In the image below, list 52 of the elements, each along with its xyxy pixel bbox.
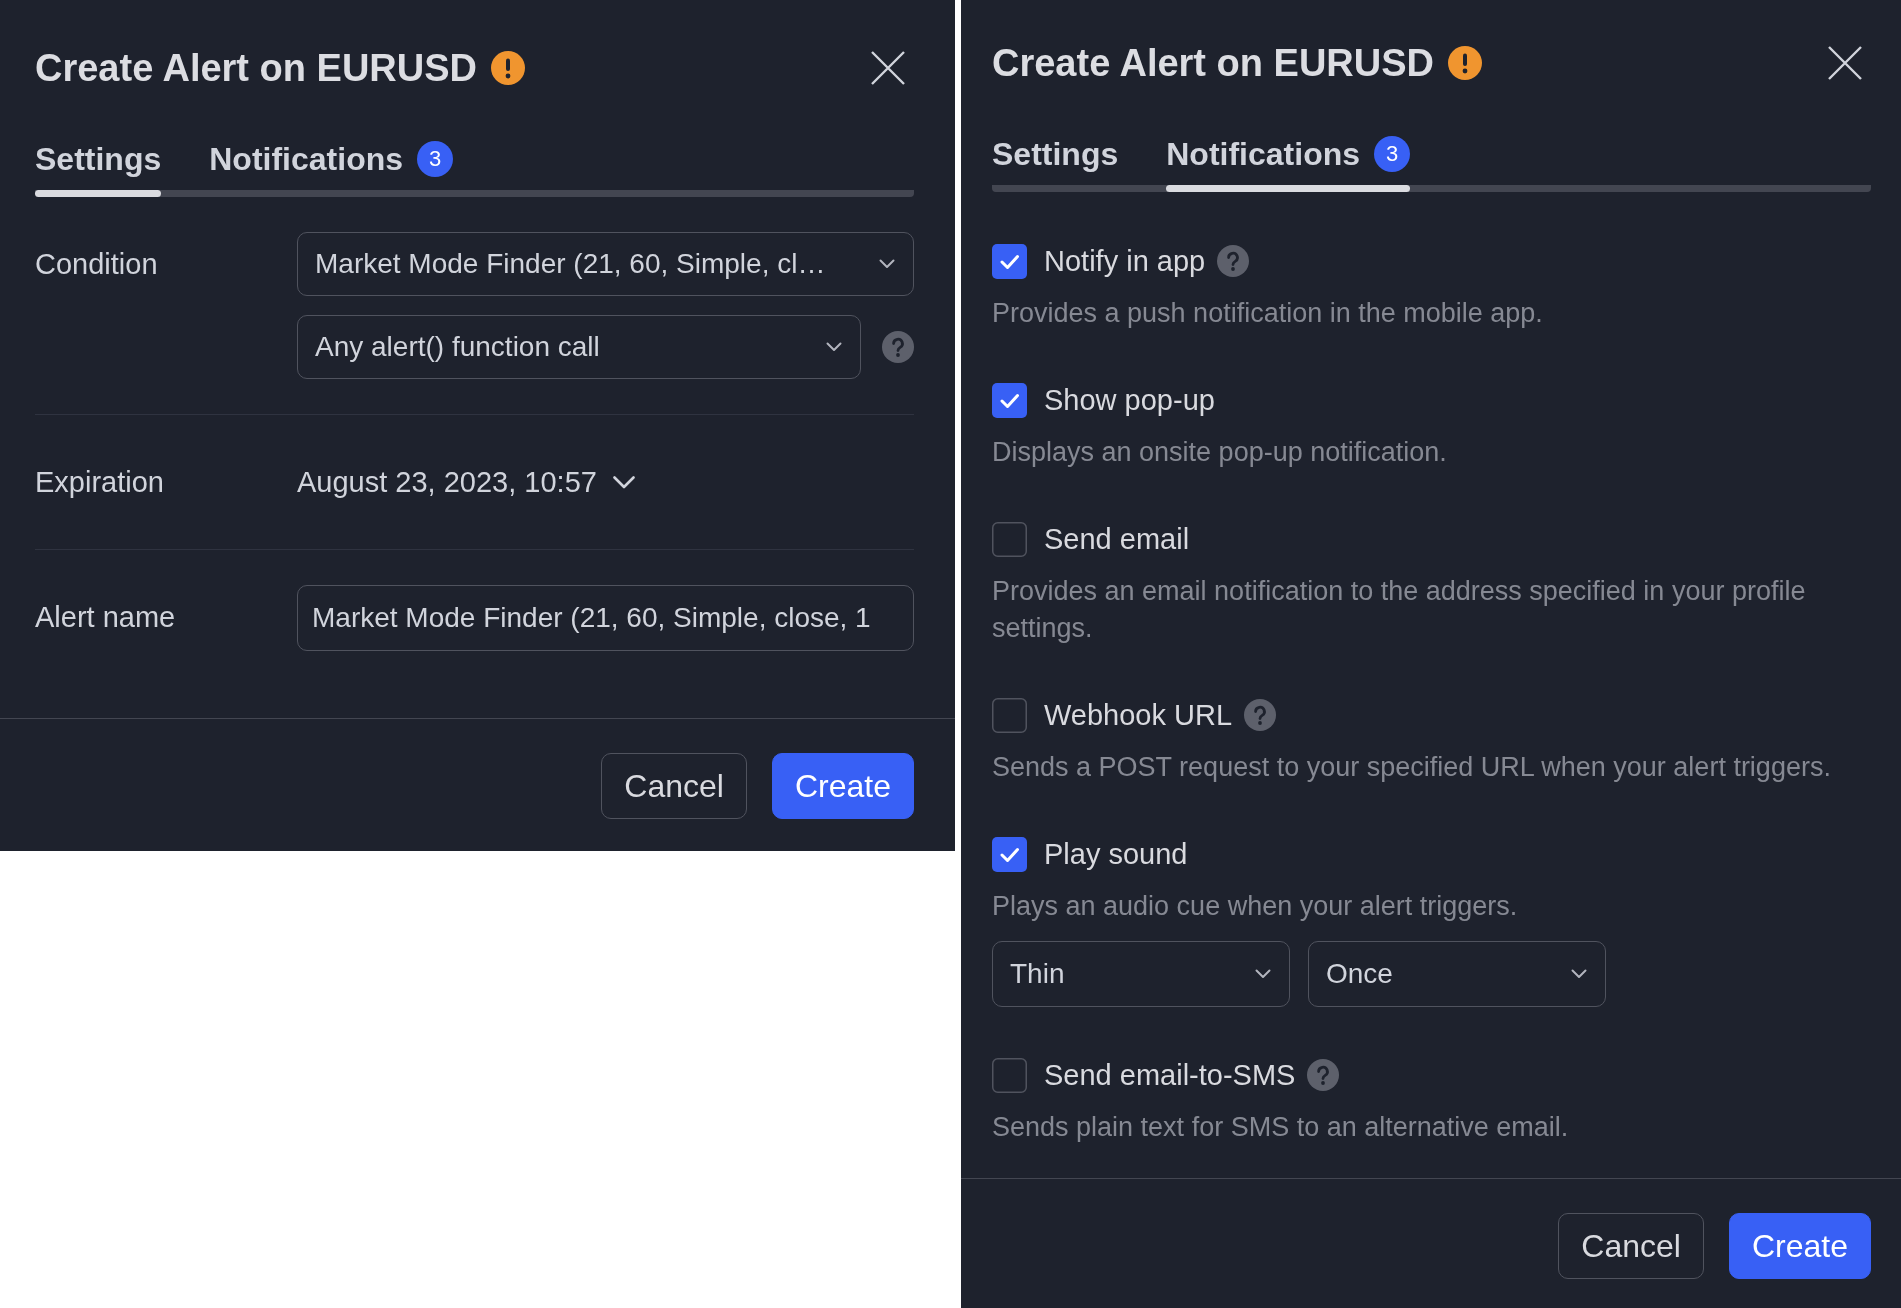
expiration-dropdown[interactable]: August 23, 2023, 10:57 [297,450,635,514]
close-icon[interactable] [1828,46,1862,80]
chevron-down-icon [879,259,895,269]
option-description: Displays an onsite pop-up notification. [992,436,1448,469]
checkbox[interactable] [992,521,1027,557]
option-label[interactable]: Webhook URL [1044,697,1233,733]
tab[interactable]: Notifications 3 [1166,134,1410,192]
option-description: Sends a POST request to your specified URL when your alert triggers. [992,751,1832,784]
field-label: Expiration [35,465,165,500]
tab[interactable]: Settings [992,134,1119,192]
dropdown[interactable]: Any alert() function call [297,315,861,379]
checkbox[interactable] [992,697,1027,733]
chevron-down-icon [612,475,635,489]
tab[interactable]: Settings [35,139,162,197]
option-label[interactable]: Play sound [1044,836,1188,872]
warning-icon [491,51,525,85]
option-description: Provides an email notification to the address specified in your profile settings. [992,575,1807,645]
create-button[interactable]: Create [1728,1213,1871,1279]
option-description: Provides a push notification in the mobile app. [992,297,1544,330]
help-icon[interactable] [1307,1059,1340,1091]
close-icon[interactable] [871,51,905,85]
help-icon[interactable] [1244,699,1277,731]
checkbox[interactable] [992,1057,1027,1093]
option-label[interactable]: Send email-to-SMS [1044,1057,1296,1093]
option-label[interactable]: Show pop-up [1044,382,1215,418]
checkbox[interactable] [992,836,1027,872]
checkbox[interactable] [992,382,1027,418]
count-badge: 3 [417,141,453,177]
create-button[interactable]: Create [771,753,914,819]
checkbox[interactable] [992,243,1027,279]
field-label: Alert name [35,600,177,635]
help-icon[interactable] [1217,245,1250,277]
chevron-down-icon [1571,969,1587,979]
dialog-title: Create Alert on EURUSD [35,46,477,91]
option-label[interactable]: Send email [1044,521,1190,557]
option-description: Plays an audio cue when your alert triggers. [992,890,1519,923]
count-badge: 3 [1374,136,1410,172]
cancel-button[interactable]: Cancel [601,753,747,819]
help-icon[interactable] [882,331,914,363]
dropdown[interactable]: Once [1308,941,1606,1007]
field-label: Condition [35,247,159,282]
warning-icon [1448,46,1482,80]
option-description: Sends plain text for SMS to an alternative email. [992,1111,1570,1144]
dropdown[interactable]: Thin [992,941,1290,1007]
chevron-down-icon [826,342,842,352]
dropdown[interactable]: Market Mode Finder (21, 60, Simple, cl… [297,232,914,296]
alert-name-field[interactable]: Market Mode Finder (21, 60, Simple, close, 1 [297,585,914,651]
cancel-button[interactable]: Cancel [1558,1213,1704,1279]
chevron-down-icon [1255,969,1271,979]
option-label[interactable]: Notify in app [1044,243,1206,279]
dialog-title: Create Alert on EURUSD [992,41,1434,86]
tab[interactable]: Notifications 3 [209,139,453,197]
